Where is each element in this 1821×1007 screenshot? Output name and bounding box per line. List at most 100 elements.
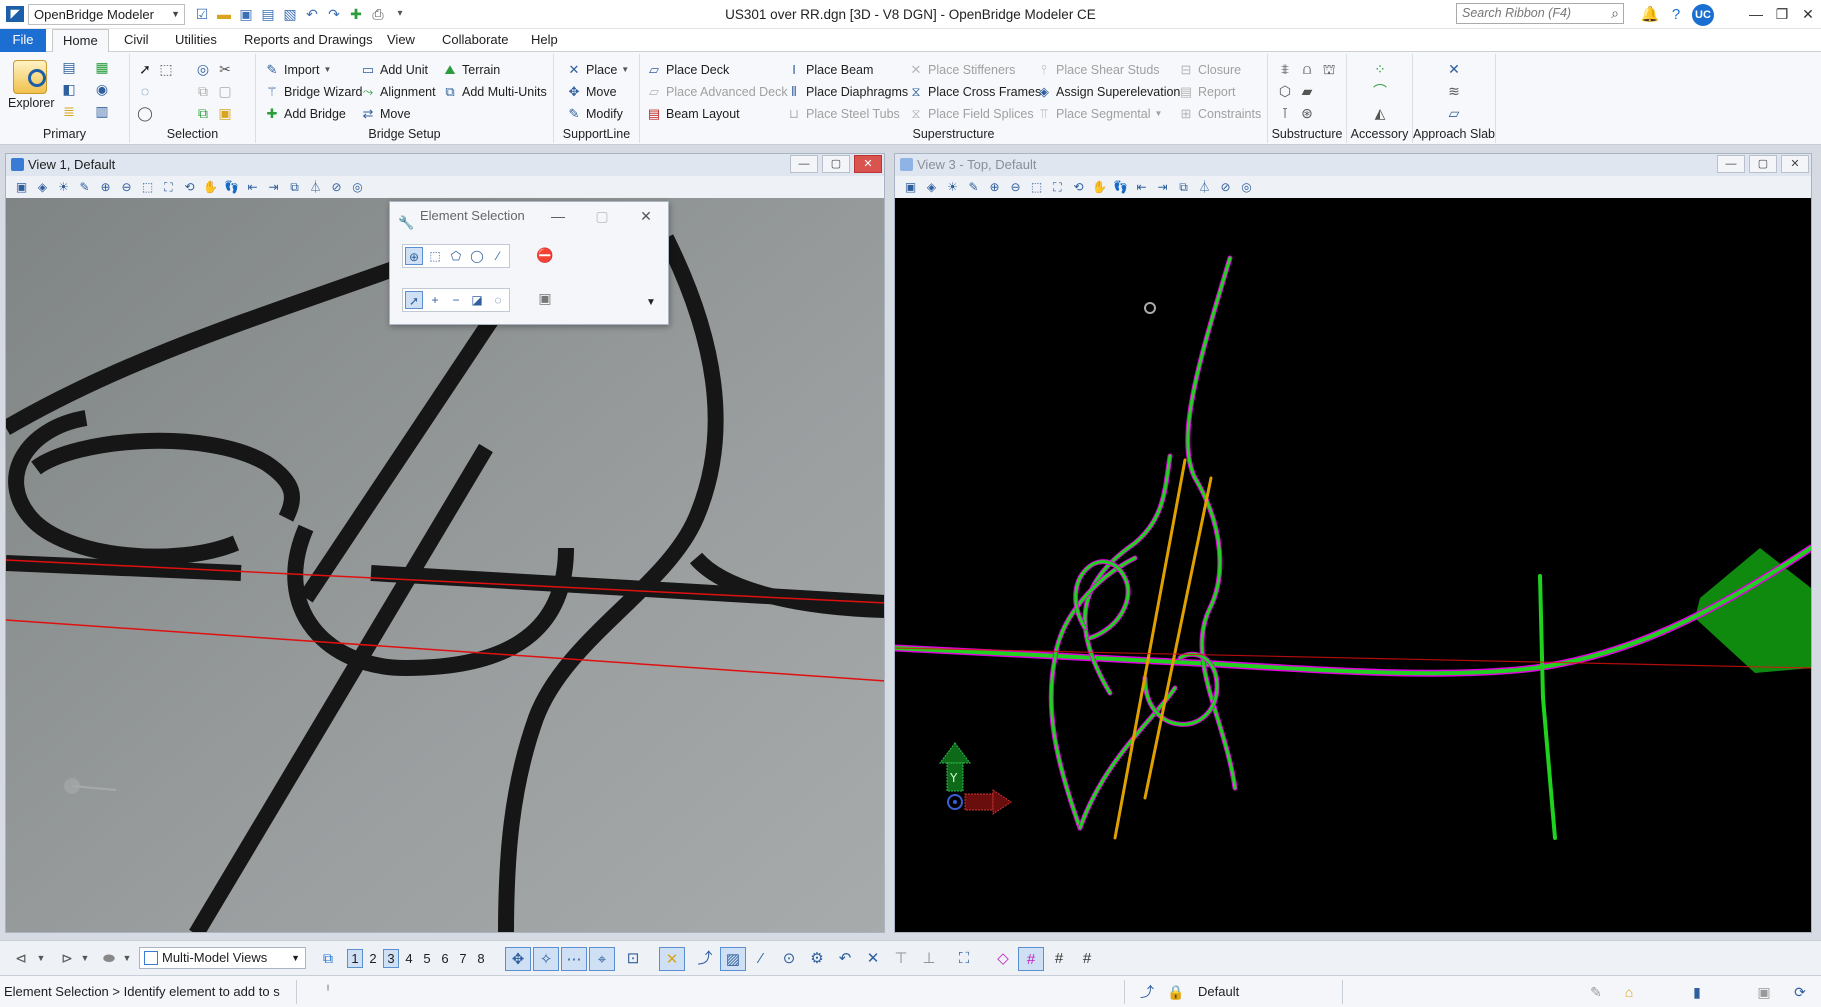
arc-icon[interactable]: ↶ (832, 947, 858, 971)
terrain-button[interactable]: ⛰ Terrain (442, 60, 501, 80)
place-field-splices-button[interactable]: ⧖ Place Field Splices (908, 104, 1033, 124)
back-icon[interactable]: ⊲ (8, 947, 34, 969)
view-toggle-7[interactable]: 7 (455, 949, 471, 968)
points-icon[interactable]: ⁘ (1371, 60, 1389, 78)
expand-dialog-icon[interactable]: ▼ (642, 294, 660, 312)
zoom-out-icon[interactable]: ⊖ (1006, 178, 1025, 196)
camera-icon[interactable]: ◎ (348, 178, 367, 196)
explorer-button[interactable]: Explorer (8, 60, 55, 110)
place-shear-studs-button[interactable]: ⫯ Place Shear Studs (1036, 60, 1159, 80)
pin-icon[interactable]: ✚ (347, 5, 365, 23)
view-toggle-2[interactable]: 2 (365, 949, 381, 968)
display-style-icon[interactable]: ◈ (33, 178, 52, 196)
select-arrow-icon[interactable]: ➚ (136, 60, 154, 78)
view-toggle-6[interactable]: 6 (437, 949, 453, 968)
snap-project-icon[interactable]: ⋯ (561, 947, 587, 971)
clip-mask-icon[interactable]: ⊘ (327, 178, 346, 196)
close-icon[interactable]: ✕ (624, 202, 668, 230)
circle-tool-icon[interactable]: ⊙ (776, 947, 802, 971)
tab-utilities[interactable]: Utilities (165, 29, 227, 52)
view-toggle-3[interactable]: 3 (383, 949, 399, 968)
message-center-icon[interactable]: ▣ (1754, 982, 1774, 1002)
select-box-icon[interactable]: ⬚ (157, 60, 175, 78)
copy-view-icon[interactable]: ⧉ (285, 178, 304, 196)
draw-line-icon[interactable]: ⁄ (748, 947, 774, 971)
bridge-wizard-button[interactable]: ⚚ Bridge Wizard (264, 82, 362, 102)
line-select-icon[interactable]: ⁄ (489, 247, 507, 265)
cut-icon[interactable]: ✂ (216, 60, 234, 78)
window-area-icon[interactable]: ⬚ (138, 178, 157, 196)
clip-mask-icon[interactable]: ⊘ (1216, 178, 1235, 196)
saved-views-icon[interactable]: ⬬ (96, 947, 122, 969)
search-ribbon-input[interactable]: Search Ribbon (F4) ⌕ (1456, 3, 1624, 24)
workspace-icon[interactable]: ☑ (193, 5, 211, 23)
paste-special-icon[interactable]: ⧉ (194, 104, 212, 122)
supportline-modify-button[interactable]: ✎ Modify (566, 104, 623, 124)
home-icon[interactable]: ⌂ (1619, 982, 1639, 1002)
close-icon[interactable]: ✕ (1795, 0, 1821, 29)
fence-icon[interactable]: ◯ (136, 104, 154, 122)
compress-icon[interactable]: ▧ (281, 5, 299, 23)
clip-volume-icon[interactable]: ⏃ (1195, 178, 1214, 196)
lock-icon[interactable]: 🔒 (1166, 982, 1186, 1002)
walk-icon[interactable]: 👣 (222, 178, 241, 196)
pier-icon[interactable]: ⩨ (1276, 60, 1294, 78)
lighting-icon[interactable]: ☀ (943, 178, 962, 196)
view-toggle-8[interactable]: 8 (473, 949, 489, 968)
view-attributes-icon[interactable]: ▣ (12, 178, 31, 196)
active-locks-icon[interactable]: ⤴ (1132, 982, 1162, 1002)
view-toggle-5[interactable]: 5 (419, 949, 435, 968)
view-3-canvas[interactable]: Y (895, 198, 1811, 932)
snap-midpoint-icon[interactable]: ⌖ (589, 947, 615, 971)
save-settings-icon[interactable]: ▤ (259, 5, 277, 23)
workflow-select[interactable]: OpenBridge Modeler ▼ (28, 4, 185, 25)
redo-icon[interactable]: ↷ (325, 5, 343, 23)
minimize-icon[interactable]: — (790, 155, 818, 173)
bearing-icon[interactable]: ⊛ (1298, 104, 1316, 122)
tab-home[interactable]: Home (52, 29, 109, 53)
abutment-icon[interactable]: ⛫ (1320, 60, 1338, 78)
approach-slab-layers-icon[interactable]: ≋ (1445, 82, 1463, 100)
customize-qat-icon[interactable]: ▾ (391, 5, 409, 23)
sync-icon[interactable]: ⟳ (1790, 982, 1810, 1002)
attributes-icon[interactable]: ▥ (93, 102, 111, 120)
tab-collaborate[interactable]: Collaborate (432, 29, 519, 52)
snap-intersection-icon[interactable]: ✧ (533, 947, 559, 971)
minimize-icon[interactable]: — (536, 202, 580, 230)
update-view-icon[interactable]: ✎ (75, 178, 94, 196)
zoom-out-icon[interactable]: ⊖ (117, 178, 136, 196)
minimize-icon[interactable]: — (1717, 155, 1745, 173)
wingwall-icon[interactable]: ▰ (1298, 82, 1316, 100)
barrier-icon[interactable]: ◭ (1371, 104, 1389, 122)
undo-icon[interactable]: ↶ (303, 5, 321, 23)
window-area-icon[interactable]: ⬚ (1027, 178, 1046, 196)
beam-layout-button[interactable]: ▤ Beam Layout (646, 104, 740, 124)
walk-icon[interactable]: 👣 (1111, 178, 1130, 196)
rotate-view-icon[interactable]: ⟲ (180, 178, 199, 196)
place-deck-button[interactable]: ▱ Place Deck (646, 60, 729, 80)
print-icon[interactable]: ⎙ (369, 5, 387, 23)
fit-view-icon[interactable]: ⛶ (1048, 178, 1067, 196)
approach-slab-edit-icon[interactable]: ▱ (1445, 104, 1463, 122)
copy-clip-icon[interactable]: ▢ (216, 82, 234, 100)
view-next-icon[interactable]: ⇥ (264, 178, 283, 196)
levels-icon[interactable]: ≣ (60, 102, 78, 120)
level-line-icon[interactable]: ⊥ (916, 947, 942, 971)
tab-help[interactable]: Help (521, 29, 568, 52)
user-avatar[interactable]: UC (1692, 4, 1714, 26)
circle-select-icon[interactable]: ◯ (468, 247, 486, 265)
closure-button[interactable]: ⊟ Closure (1178, 60, 1242, 80)
view-attributes-icon[interactable]: ▣ (901, 178, 920, 196)
copy-icon[interactable]: ⧉ (194, 82, 212, 100)
camera-icon[interactable]: ◎ (1237, 178, 1256, 196)
place-segmental-button[interactable]: ⫪ Place Segmental ▼ (1036, 104, 1162, 124)
shape-select-icon[interactable]: ⬠ (447, 247, 465, 265)
zoom-in-icon[interactable]: ⊕ (96, 178, 115, 196)
curve-icon[interactable]: ⌒ (1371, 82, 1389, 100)
zoom-in-icon[interactable]: ⊕ (985, 178, 1004, 196)
view-next-icon[interactable]: ⇥ (1153, 178, 1172, 196)
place-stiffeners-button[interactable]: ✕ Place Stiffeners (908, 60, 1016, 80)
close-icon[interactable]: ✕ (854, 155, 882, 173)
add-bridge-button[interactable]: ✚ Add Bridge (264, 104, 346, 124)
tab-reports-and-drawings[interactable]: Reports and Drawings (234, 29, 383, 52)
